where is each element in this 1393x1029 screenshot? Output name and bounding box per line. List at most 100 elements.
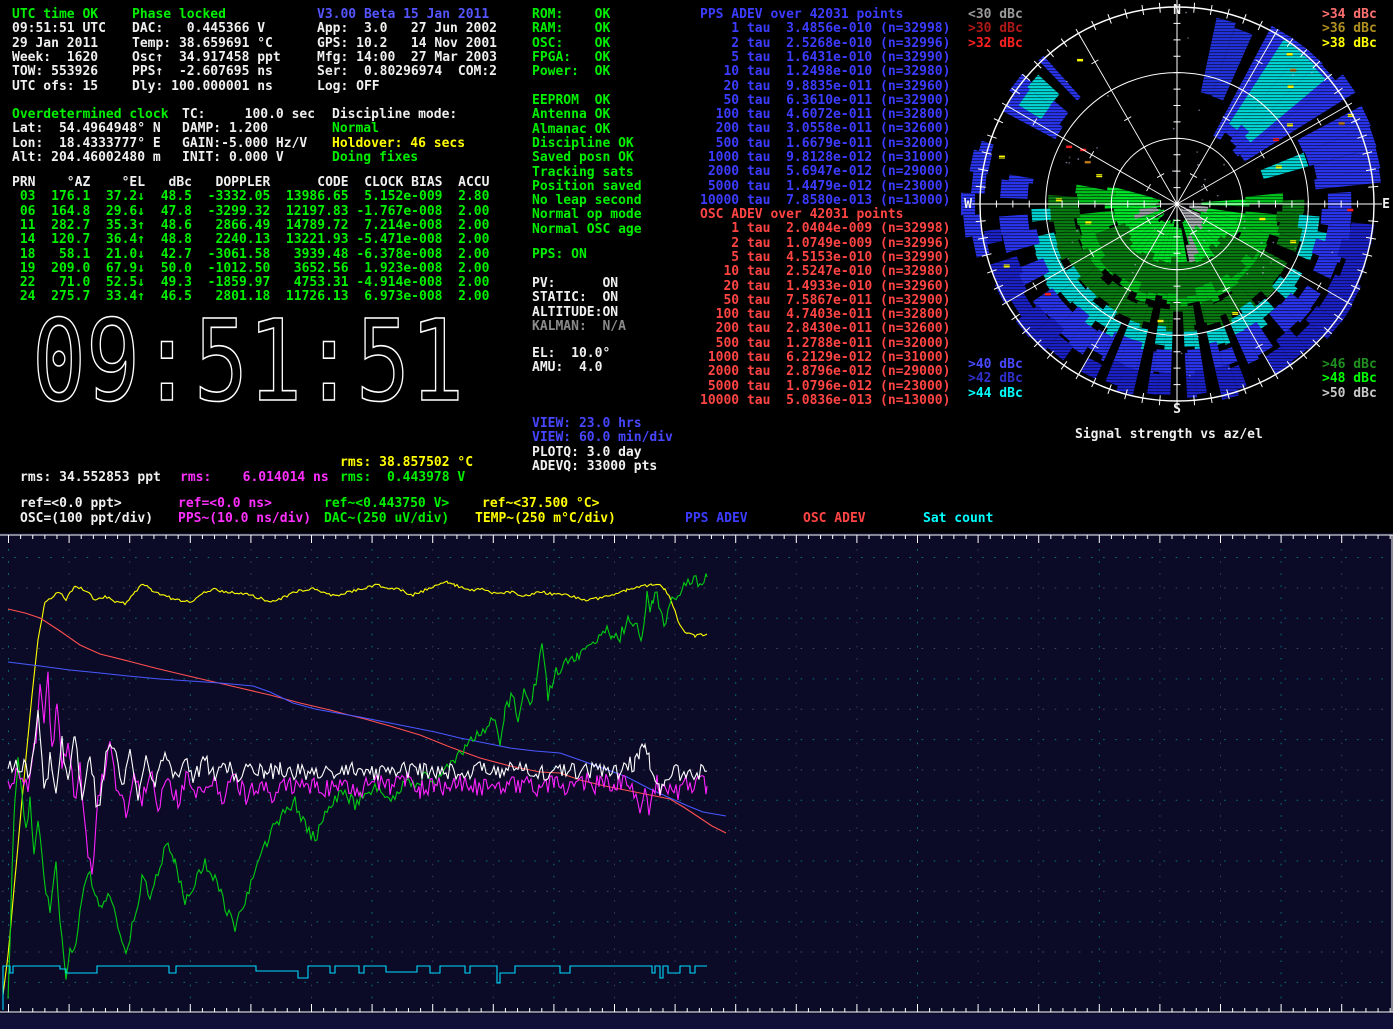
position-block-line-0: Overdetermined clock <box>12 108 169 122</box>
health-status-line-3: Discipline OK <box>532 137 634 151</box>
phase-status-line-4: PPS↑ -2.607695 ns <box>132 65 273 79</box>
compass-south: S <box>1173 402 1181 417</box>
fix-flags-line-1: STATIC: ON <box>532 291 618 305</box>
sat-table-row-1: 06 164.8 29.6↓ 47.8 -3299.32 12197.83 -1… <box>12 205 489 219</box>
legend-sat-count: Sat count <box>923 512 993 526</box>
osc-adev-table-row-12: 10000 tau 5.0836e-013 (n=13000) <box>700 394 950 408</box>
sat-table-row-6: 22 71.0 52.5↓ 49.3 -1859.97 4753.31 -4.9… <box>12 276 489 290</box>
hw-status-line-4: Power: OK <box>532 65 610 79</box>
sat-table-row-3: 14 120.7 36.4↑ 48.8 2240.13 13221.93 -5.… <box>12 233 489 247</box>
pps-adev-table-row-5: 50 tau 6.3610e-011 (n=32900) <box>700 94 950 108</box>
osc-adev-table-row-10: 2000 tau 2.8796e-012 (n=29000) <box>700 365 950 379</box>
compass-east: E <box>1382 197 1390 212</box>
pps-adev-table-row-11: 5000 tau 1.4479e-012 (n=23000) <box>700 180 950 194</box>
scale-temp: TEMP~(250 m°C/div) <box>475 512 616 526</box>
fix-flags-line-0: PV: ON <box>532 277 618 291</box>
ref-osc: ref=<0.0 ppt> <box>20 497 122 511</box>
hw-status-line-2: OSC: OK <box>532 37 610 51</box>
sat-table-row-0: 03 176.1 37.2↓ 48.5 -3332.05 13986.65 5.… <box>12 190 489 204</box>
fix-flags-line-2: ALTITUDE:ON <box>532 306 618 320</box>
view-settings-line-0: VIEW: 23.0 hrs <box>532 417 642 431</box>
health-status-line-2: Almanac OK <box>532 123 610 137</box>
position-block-line-1: Lat: 54.4964948° N <box>12 122 161 136</box>
version-info-line-4: Ser: 0.80296974 COM:2 <box>317 65 497 79</box>
pps-adev-table-row-1: 2 tau 2.5268e-010 (n=32996) <box>700 37 950 51</box>
sat-table-row-2: 11 282.7 35.3↑ 48.6 2866.49 14789.72 7.2… <box>12 219 489 233</box>
version-info-line-3: Mfg: 14:00 27 Mar 2003 <box>317 51 497 65</box>
health-status-line-9: Normal OSC age <box>532 223 642 237</box>
osc-adev-table-row-9: 1000 tau 6.2129e-012 (n=31000) <box>700 351 950 365</box>
view-settings-line-2: PLOTQ: 3.0 day <box>532 446 642 460</box>
health-status-line-7: No leap second <box>532 194 642 208</box>
scale-pps: PPS~(10.0 ns/div) <box>178 512 311 526</box>
sat-table-header: PRN °AZ °EL dBc DOPPLER CODE CLOCK BIAS … <box>12 176 489 190</box>
pps-adev-table-row-4: 20 tau 9.8835e-011 (n=32960) <box>700 80 950 94</box>
phase-status-line-2: Temp: 38.659691 °C <box>132 37 273 51</box>
hw-status-line-3: FPGA: OK <box>532 51 610 65</box>
pps-state-line-0: PPS: ON <box>532 248 587 262</box>
osc-adev-table-row-7: 200 tau 2.8430e-011 (n=32600) <box>700 322 950 336</box>
discipline-mode-line-2: Holdover: 46 secs <box>332 137 465 151</box>
version-info-line-1: App: 3.0 27 Jun 2002 <box>317 22 497 36</box>
mask-settings-line-1: AMU: 4.0 <box>532 361 602 375</box>
phase-status-line-3: Osc↑ 34.917458 ppt <box>132 51 281 65</box>
health-status-line-0: EEPROM OK <box>532 94 610 108</box>
time-status-line-4: TOW: 553926 <box>12 65 98 79</box>
pps-adev-table-row-3: 10 tau 1.2498e-010 (n=32980) <box>700 65 950 79</box>
pps-adev-table-row-7: 200 tau 3.0558e-011 (n=32600) <box>700 122 950 136</box>
phase-status-line-5: Dly: 100.000001 ns <box>132 80 273 94</box>
pps-adev-table-row-2: 5 tau 1.6431e-010 (n=32990) <box>700 51 950 65</box>
osc-adev-table-row-4: 20 tau 1.4933e-010 (n=32960) <box>700 280 950 294</box>
ref-dac: ref~<0.443750 V> <box>324 497 449 511</box>
view-settings-line-1: VIEW: 60.0 min/div <box>532 431 673 445</box>
loop-params-line-1: DAMP: 1.200 <box>182 122 268 136</box>
rms-dac: rms: 0.443978 V <box>340 471 465 485</box>
pps-adev-table-header: PPS ADEV over 42031 points <box>700 8 904 22</box>
ref-temp: ref~<37.500 °C> <box>482 497 599 511</box>
version-info-line-2: GPS: 10.2 14 Nov 2001 <box>317 37 497 51</box>
pps-adev-table-row-8: 500 tau 1.6679e-011 (n=32000) <box>700 137 950 151</box>
big-clock: 09:51:51 <box>28 312 468 412</box>
compass-north: N <box>1173 3 1181 18</box>
sat-table-row-4: 18 58.1 21.0↓ 42.7 -3061.58 3939.48 -6.3… <box>12 248 489 262</box>
compass-west: W <box>964 197 972 212</box>
position-block-line-2: Lon: 18.4333777° E <box>12 137 161 151</box>
fix-flags-line-3: KALMAN: N/A <box>532 320 626 334</box>
hw-status-line-0: ROM: OK <box>532 8 610 22</box>
pps-adev-table-row-9: 1000 tau 9.8128e-012 (n=31000) <box>700 151 950 165</box>
loop-params-line-3: INIT: 0.000 V <box>182 151 284 165</box>
osc-adev-table-row-1: 2 tau 1.0749e-009 (n=32996) <box>700 237 950 251</box>
time-status-line-3: Week: 1620 <box>12 51 98 65</box>
time-status-line-0: UTC time OK <box>12 8 98 22</box>
osc-adev-table-row-5: 50 tau 7.5867e-011 (n=32900) <box>700 294 950 308</box>
health-status-line-5: Tracking sats <box>532 166 634 180</box>
time-status-line-1: 09:51:51 UTC <box>12 22 106 36</box>
hw-status-line-1: RAM: OK <box>532 22 610 36</box>
osc-adev-table-header: OSC ADEV over 42031 points <box>700 208 904 222</box>
scale-osc: OSC=(100 ppt/div) <box>20 512 153 526</box>
scale-dac: DAC~(250 uV/div) <box>324 512 449 526</box>
pps-adev-table-row-10: 2000 tau 5.6947e-012 (n=29000) <box>700 165 950 179</box>
version-info-line-0: V3.00 Beta 15 Jan 2011 <box>317 8 489 22</box>
health-status-line-4: Saved posn OK <box>532 151 634 165</box>
loop-params-line-0: TC: 100.0 sec <box>182 108 315 122</box>
health-status-line-6: Position saved <box>532 180 642 194</box>
osc-adev-table-row-0: 1 tau 2.0404e-009 (n=32998) <box>700 222 950 236</box>
ref-pps: ref=<0.0 ns> <box>178 497 272 511</box>
pps-adev-table-row-0: 1 tau 3.4856e-010 (n=32998) <box>700 22 950 36</box>
phase-status-line-1: DAC: 0.445366 V <box>132 22 265 36</box>
signal-strength-polar-plot: N S W E <box>950 0 1393 420</box>
rms-pps: rms: 6.014014 ns <box>180 471 329 485</box>
discipline-mode-line-1: Normal <box>332 122 379 136</box>
time-status-line-2: 29 Jan 2011 <box>12 37 98 51</box>
position-block-line-3: Alt: 204.46002480 m <box>12 151 161 165</box>
osc-adev-table-row-6: 100 tau 4.7403e-011 (n=32800) <box>700 308 950 322</box>
osc-adev-table-row-11: 5000 tau 1.0796e-012 (n=23000) <box>700 380 950 394</box>
loop-params-line-2: GAIN:-5.000 Hz/V <box>182 137 307 151</box>
sat-table-row-7: 24 275.7 33.4↑ 46.5 2801.18 11726.13 6.9… <box>12 290 489 304</box>
polar-title: Signal strength vs az/el <box>1075 428 1263 442</box>
legend-pps-adev: PPS ADEV <box>685 512 748 526</box>
history-plot <box>0 533 1393 1029</box>
health-status-line-1: Antenna OK <box>532 108 610 122</box>
osc-adev-table-row-2: 5 tau 4.5153e-010 (n=32990) <box>700 251 950 265</box>
